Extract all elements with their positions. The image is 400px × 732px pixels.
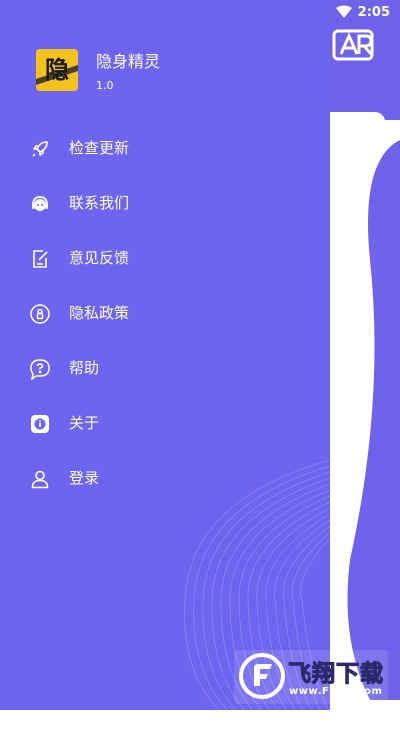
menu-label: 登录 xyxy=(69,469,100,487)
app-logo-glyph: 隐 xyxy=(45,56,69,84)
watermark-logo-icon xyxy=(239,653,285,699)
menu-item-privacy-policy[interactable]: 隐私政策 xyxy=(0,286,330,341)
menu-label: 帮助 xyxy=(69,359,100,377)
help-icon xyxy=(29,358,51,380)
about-icon xyxy=(29,413,51,435)
app-name: 隐身精灵 xyxy=(96,52,161,71)
rocket-icon xyxy=(29,138,51,160)
user-icon xyxy=(29,468,51,490)
wifi-icon xyxy=(335,5,352,18)
menu-item-login[interactable]: 登录 xyxy=(0,451,330,506)
privacy-icon xyxy=(29,303,51,325)
wave-decoration xyxy=(347,140,400,700)
menu-label: 检查更新 xyxy=(69,139,130,157)
ar-icon[interactable] xyxy=(331,28,375,62)
menu-label: 联系我们 xyxy=(69,194,130,212)
status-bar: 2:05 xyxy=(328,0,400,24)
feedback-icon xyxy=(29,248,51,270)
customer-service-icon xyxy=(29,193,51,215)
drawer-menu: 检查更新 联系我们 意见反馈 隐私政策 帮助 关于 登录 xyxy=(0,121,330,506)
menu-label: 意见反馈 xyxy=(69,249,130,267)
watermark-title: 飞翔下载 xyxy=(288,661,384,688)
menu-item-help[interactable]: 帮助 xyxy=(0,341,330,396)
watermark: 飞翔下载 www.FXXZ.com xyxy=(234,650,388,704)
status-time: 2:05 xyxy=(357,4,390,20)
menu-label: 关于 xyxy=(69,414,100,432)
menu-item-feedback[interactable]: 意见反馈 xyxy=(0,231,330,286)
app-logo: 隐 xyxy=(36,49,78,91)
menu-item-contact-us[interactable]: 联系我们 xyxy=(0,176,330,231)
menu-label: 隐私政策 xyxy=(69,304,130,322)
watermark-url: www.FXXZ.com xyxy=(289,686,383,697)
navigation-drawer: 隐 隐身精灵 1.0 检查更新 联系我们 意见反馈 隐私政策 帮助 关于 登录 xyxy=(0,0,330,710)
app-version: 1.0 xyxy=(96,79,114,92)
menu-item-about[interactable]: 关于 xyxy=(0,396,330,451)
menu-item-check-update[interactable]: 检查更新 xyxy=(0,121,330,176)
